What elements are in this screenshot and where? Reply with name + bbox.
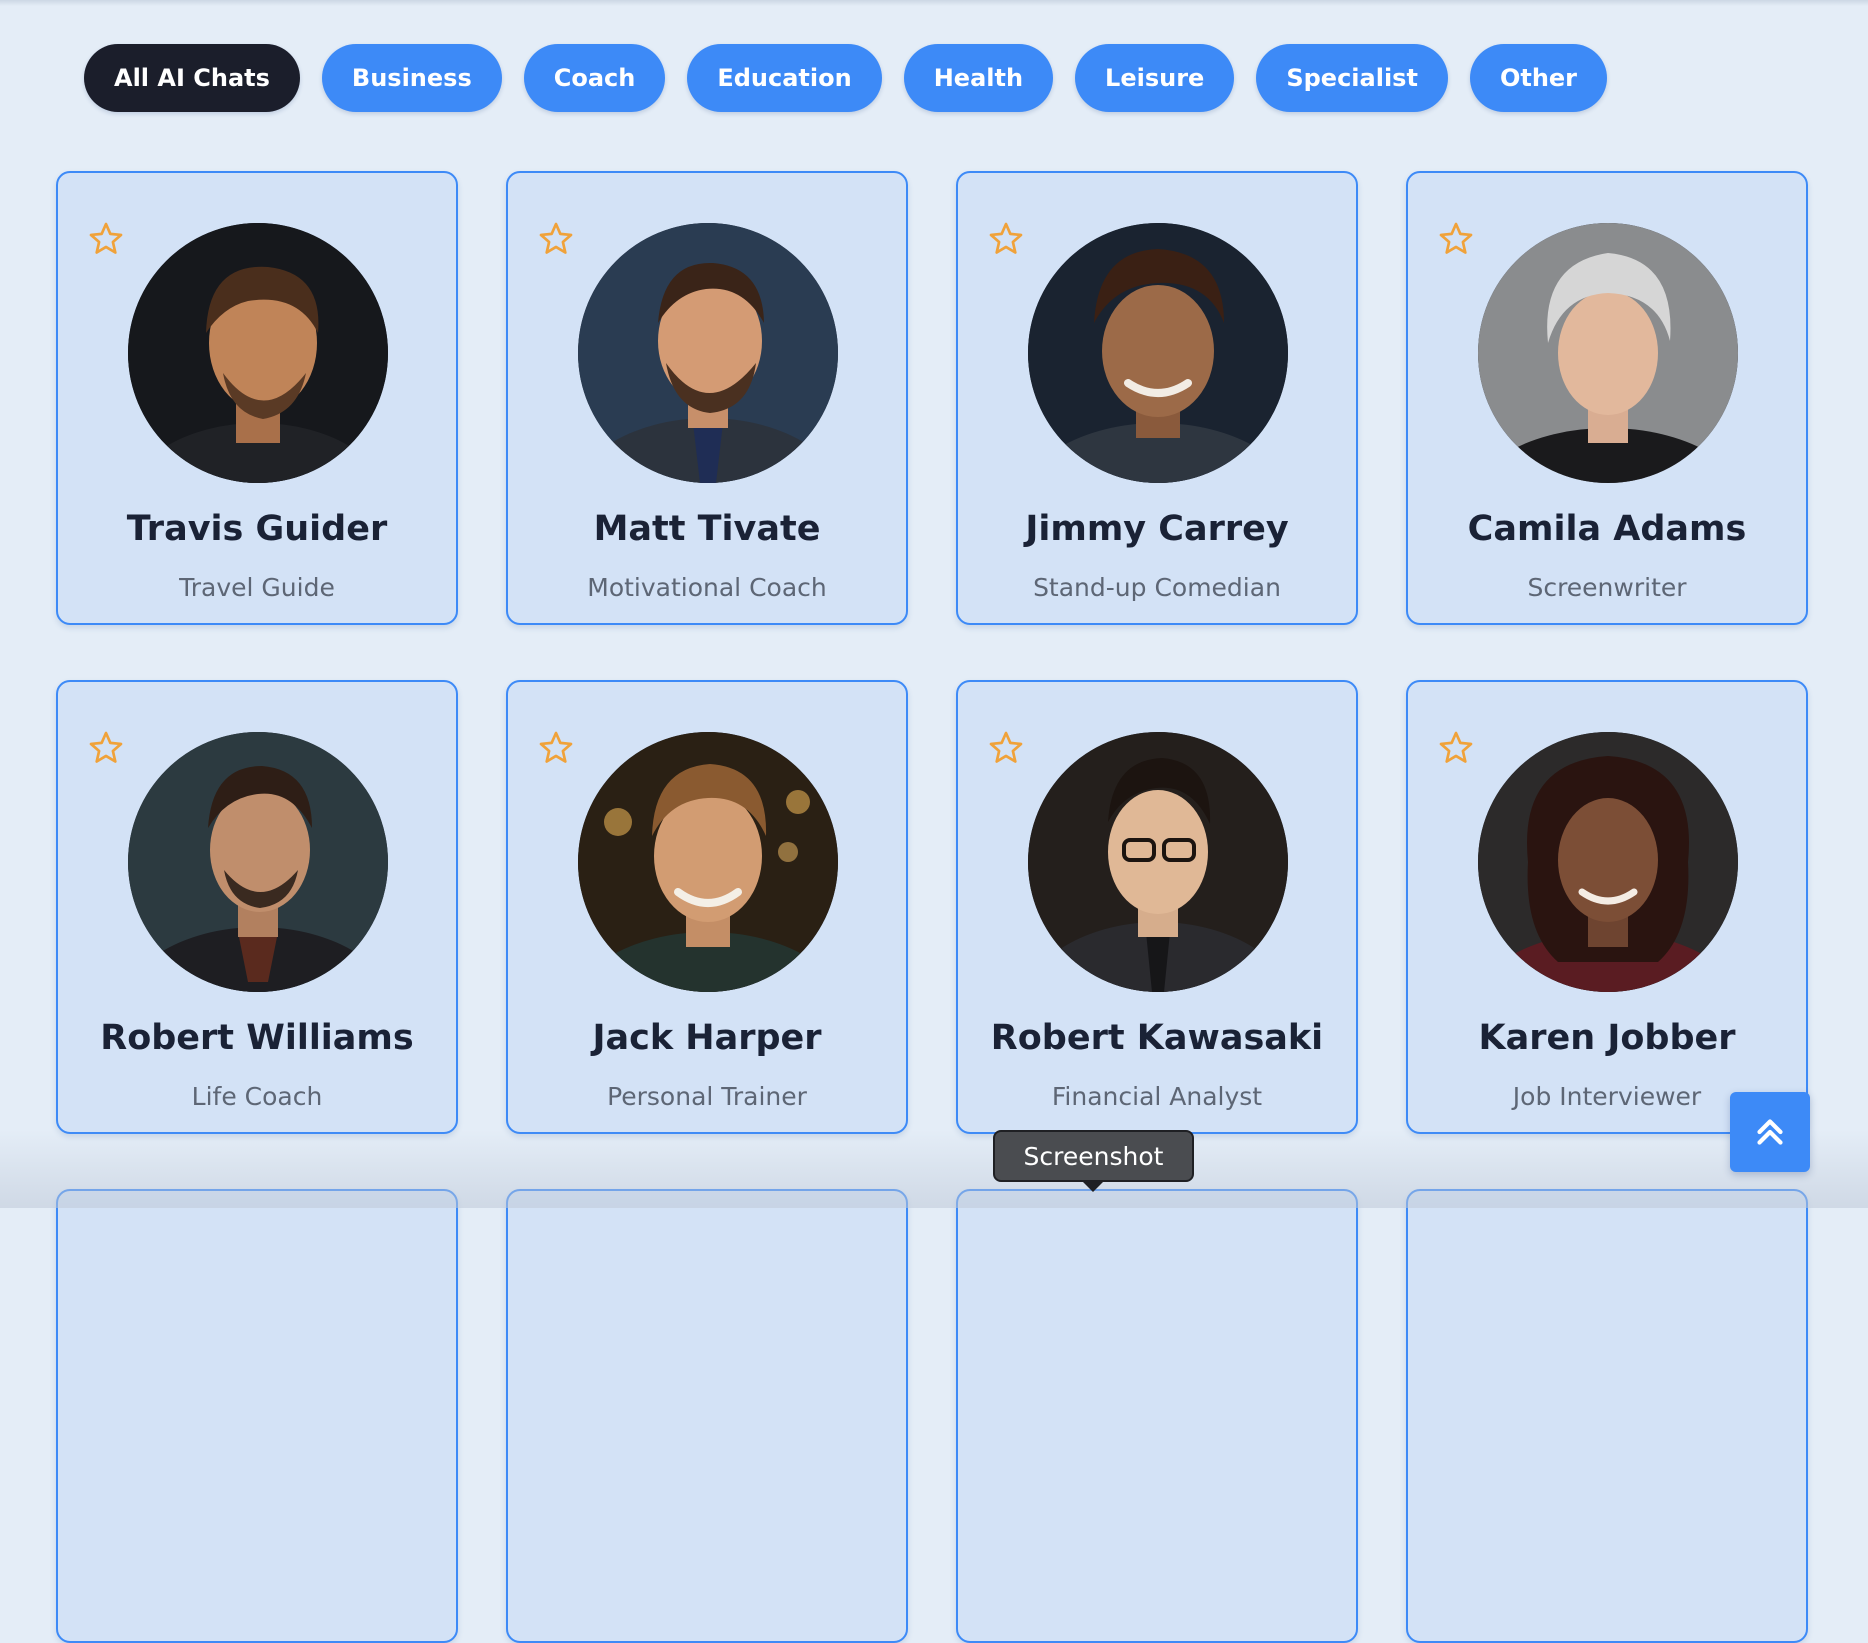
card-name: Robert Williams [100, 1018, 414, 1058]
avatar [578, 223, 838, 483]
chat-card[interactable]: Travis Guider Travel Guide [56, 171, 458, 625]
chat-card[interactable] [56, 1189, 458, 1643]
filter-leisure[interactable]: Leisure [1075, 44, 1235, 112]
card-role: Financial Analyst [1051, 1082, 1263, 1111]
avatar [1478, 732, 1738, 992]
chat-card[interactable] [1406, 1189, 1808, 1643]
star-outline-icon[interactable] [88, 730, 124, 766]
screenshot-tooltip: Screenshot [993, 1130, 1194, 1182]
chat-card[interactable]: Robert Kawasaki Financial Analyst [956, 680, 1358, 1134]
star-outline-icon[interactable] [538, 730, 574, 766]
star-outline-icon[interactable] [1438, 221, 1474, 257]
filter-coach[interactable]: Coach [523, 44, 666, 112]
star-outline-icon[interactable] [988, 730, 1024, 766]
ai-chat-card-grid: Travis Guider Travel Guide Matt Tivate M… [56, 171, 1808, 1643]
scroll-to-top-button[interactable] [1730, 1092, 1810, 1172]
avatar [1478, 223, 1738, 483]
star-outline-icon[interactable] [88, 221, 124, 257]
avatar [1028, 732, 1288, 992]
chat-card[interactable]: Robert Williams Life Coach [56, 680, 458, 1134]
card-role: Motivational Coach [587, 573, 827, 602]
star-outline-icon[interactable] [538, 221, 574, 257]
filter-other[interactable]: Other [1469, 44, 1608, 112]
card-name: Jack Harper [592, 1018, 822, 1058]
card-role: Personal Trainer [607, 1082, 807, 1111]
card-role: Stand-up Comedian [1033, 573, 1281, 602]
card-name: Robert Kawasaki [990, 1018, 1324, 1058]
filter-business[interactable]: Business [321, 44, 502, 112]
chat-card[interactable] [956, 1189, 1358, 1643]
filter-education[interactable]: Education [687, 44, 882, 112]
filter-specialist[interactable]: Specialist [1256, 44, 1448, 112]
avatar [578, 732, 838, 992]
card-name: Camila Adams [1467, 509, 1747, 549]
card-name: Karen Jobber [1478, 1018, 1736, 1058]
filter-health[interactable]: Health [903, 44, 1054, 112]
card-name: Jimmy Carrey [1025, 509, 1289, 549]
star-outline-icon[interactable] [1438, 730, 1474, 766]
chat-card[interactable] [506, 1189, 908, 1643]
star-outline-icon[interactable] [988, 221, 1024, 257]
chat-card[interactable]: Jimmy Carrey Stand-up Comedian [956, 171, 1358, 625]
avatar [128, 732, 388, 992]
card-name: Travis Guider [126, 509, 388, 549]
avatar [128, 223, 388, 483]
chat-card[interactable]: Camila Adams Screenwriter [1406, 171, 1808, 625]
double-chevron-up-icon [1757, 1119, 1783, 1145]
avatar [1028, 223, 1288, 483]
chat-card[interactable]: Jack Harper Personal Trainer [506, 680, 908, 1134]
tooltip-arrow [1081, 1180, 1105, 1192]
filter-all-ai-chats[interactable]: All AI Chats [84, 44, 300, 112]
card-role: Travel Guide [179, 573, 335, 602]
top-shade [0, 0, 1868, 6]
card-role: Life Coach [191, 1082, 323, 1111]
card-role: Screenwriter [1527, 573, 1687, 602]
card-name: Matt Tivate [593, 509, 821, 549]
category-filter-bar: All AI Chats Business Coach Education He… [84, 44, 1608, 112]
chat-card[interactable]: Karen Jobber Job Interviewer [1406, 680, 1808, 1134]
chat-card[interactable]: Matt Tivate Motivational Coach [506, 171, 908, 625]
